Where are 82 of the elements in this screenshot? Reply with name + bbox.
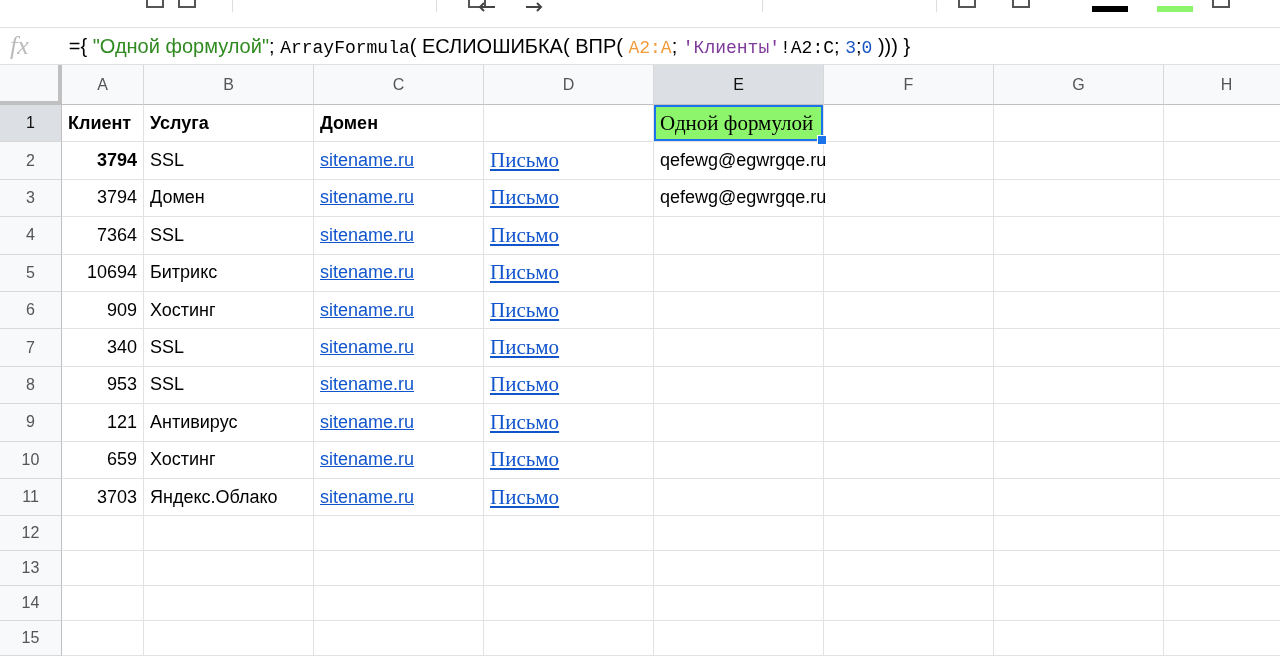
formula-field[interactable]: ={ "Одной формулой"; ArrayFormula( ЕСЛИОШИБКА( ВПР( A2:A; 'Клиенты'!A2:C; 3;0 ))) } [68, 34, 911, 58]
row-header[interactable]: 8 [0, 366, 62, 405]
row-header[interactable]: 9 [0, 404, 62, 442]
link[interactable]: sitename.ru [320, 299, 415, 321]
link[interactable]: sitename.ru [320, 150, 415, 172]
link[interactable]: Письмо [490, 260, 560, 286]
row-header[interactable]: 2 [0, 142, 62, 180]
cell-number: 340 [106, 337, 137, 359]
row-header[interactable]: 15 [0, 621, 62, 657]
cell-text: SSL [150, 374, 185, 396]
column-header[interactable]: A [62, 65, 144, 105]
link[interactable]: Письмо [490, 484, 560, 510]
cell-number: 3703 [96, 486, 137, 508]
link[interactable]: sitename.ru [320, 262, 415, 284]
row-header[interactable]: 7 [0, 329, 62, 367]
row-header[interactable]: 12 [0, 516, 62, 552]
cell-text: qefewg@egwrgqe.ru [660, 150, 827, 172]
cell-number: 909 [106, 299, 137, 321]
row-header[interactable]: 14 [0, 586, 62, 622]
cell-number: 10694 [86, 262, 137, 284]
cell-text: Домен [320, 112, 378, 134]
cell-number: 3794 [96, 187, 137, 209]
cell-number: 3794 [96, 150, 137, 172]
cell-text: SSL [150, 150, 185, 172]
arrow-left-icon[interactable] [477, 1, 497, 13]
row-header[interactable]: 1 [0, 105, 62, 143]
toolbar-icon[interactable] [178, 0, 196, 8]
cell-text: qefewg@egwrgqe.ru [660, 187, 827, 209]
cell-text: Яндекс.Облако [150, 486, 278, 508]
link[interactable]: Письмо [490, 447, 560, 473]
column-header[interactable]: B [144, 65, 314, 105]
cell-text: SSL [150, 224, 185, 246]
link[interactable]: Письмо [490, 409, 560, 435]
toolbar-icon[interactable] [146, 0, 164, 8]
cell-text: Домен [150, 187, 205, 209]
cell-text: SSL [150, 337, 185, 359]
cell-number: 953 [106, 374, 137, 396]
cell-text: Хостинг [150, 449, 216, 471]
row-header[interactable]: 3 [0, 179, 62, 218]
column-header[interactable]: D [484, 65, 654, 105]
text-color-swatch-icon[interactable] [1092, 6, 1128, 12]
link[interactable]: Письмо [490, 222, 560, 248]
arrow-right-icon[interactable] [524, 1, 544, 13]
link[interactable]: sitename.ru [320, 337, 415, 359]
row-header[interactable]: 5 [0, 254, 62, 292]
link[interactable]: sitename.ru [320, 187, 415, 209]
column-header[interactable]: G [994, 65, 1164, 105]
toolbar-icon[interactable] [1012, 0, 1030, 8]
toolbar-icon[interactable] [1212, 0, 1230, 8]
link[interactable]: Письмо [490, 148, 560, 174]
cell-text: Услуга [150, 112, 209, 134]
row-header[interactable]: 6 [0, 291, 62, 330]
fill-handle[interactable] [817, 135, 827, 146]
cell-number: 121 [106, 411, 137, 433]
cell-text: Антивирус [150, 411, 238, 433]
column-header[interactable]: E [654, 65, 824, 105]
row-header[interactable]: 11 [0, 478, 62, 517]
cell-text: Одной формулой [660, 110, 814, 136]
column-header[interactable]: F [824, 65, 994, 105]
link[interactable]: Письмо [490, 297, 560, 323]
toolbar-icon[interactable] [468, 0, 486, 8]
column-header[interactable]: H [1164, 65, 1280, 105]
row-header[interactable]: 10 [0, 441, 62, 479]
row-header[interactable]: 13 [0, 551, 62, 587]
link[interactable]: sitename.ru [320, 374, 415, 396]
link[interactable]: sitename.ru [320, 449, 415, 471]
cell-number: 659 [106, 449, 137, 471]
link[interactable]: Письмо [490, 185, 560, 211]
toolbar-icon[interactable] [958, 0, 976, 8]
function-label: fx [10, 31, 29, 61]
row-header[interactable]: 4 [0, 217, 62, 255]
cell-number: 7364 [96, 224, 137, 246]
link[interactable]: sitename.ru [320, 486, 415, 508]
column-header[interactable]: C [314, 65, 484, 105]
fill-color-swatch-icon[interactable] [1157, 6, 1193, 12]
link[interactable]: Письмо [490, 335, 560, 361]
cell-text: Битрикс [150, 262, 218, 284]
link[interactable]: sitename.ru [320, 411, 415, 433]
cell-text: Хостинг [150, 299, 216, 321]
cell-text: Клиент [68, 112, 132, 134]
link[interactable]: Письмо [490, 372, 560, 398]
link[interactable]: sitename.ru [320, 224, 415, 246]
